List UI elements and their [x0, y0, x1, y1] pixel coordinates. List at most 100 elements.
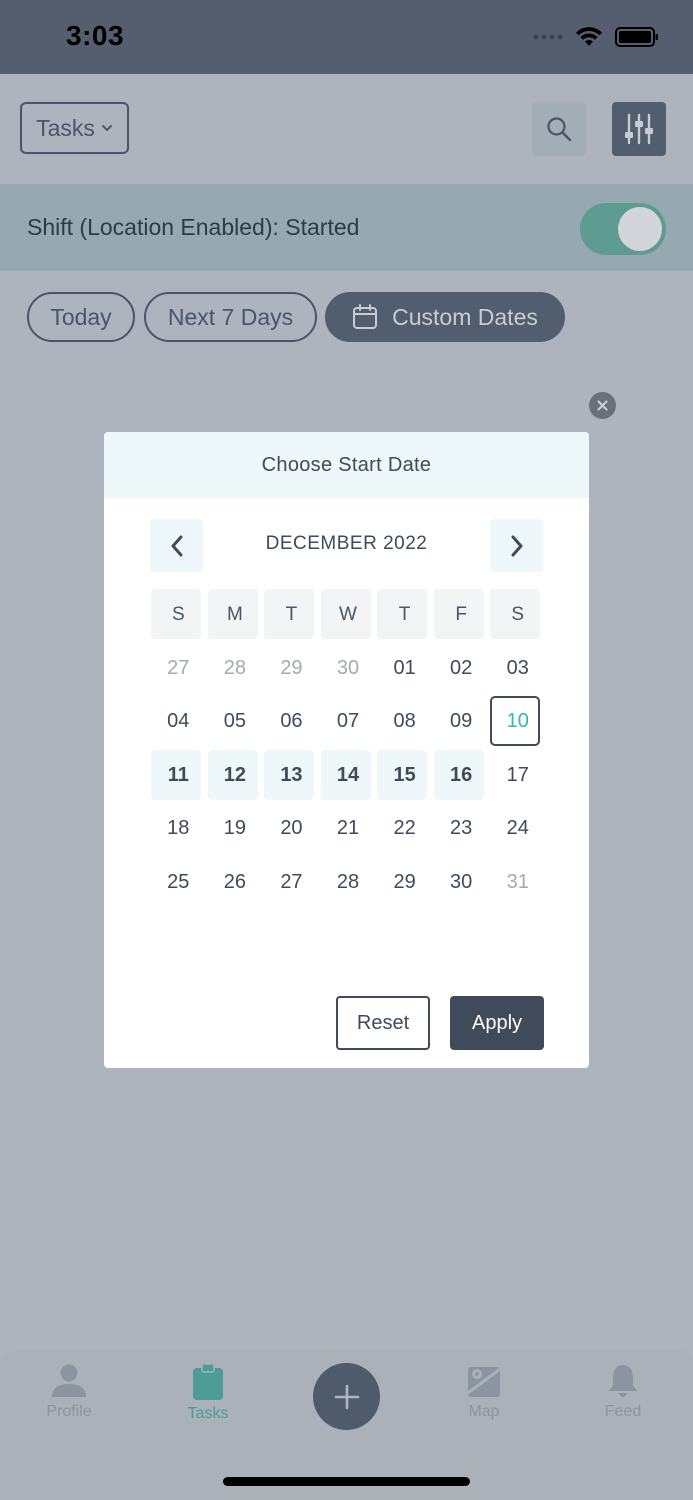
calendar-day-number: 27: [167, 656, 190, 679]
calendar-day[interactable]: 20: [263, 802, 320, 856]
calendar-day[interactable]: 01: [376, 642, 433, 696]
weekday-header-cell: T: [376, 588, 433, 642]
calendar-day-number: 16: [450, 763, 473, 786]
view-selector-dropdown[interactable]: Tasks: [20, 102, 129, 154]
calendar-day[interactable]: 31: [489, 856, 546, 910]
previous-month-button[interactable]: [150, 519, 203, 572]
view-selector-label: Tasks: [36, 114, 95, 141]
calendar-day-number: 15: [393, 763, 416, 786]
calendar-day[interactable]: 02: [433, 642, 490, 696]
chevron-right-icon: [511, 535, 522, 556]
apply-button[interactable]: Apply: [450, 996, 544, 1050]
calendar-day[interactable]: 18: [150, 802, 207, 856]
calendar-day[interactable]: 30: [433, 856, 490, 910]
calendar-day[interactable]: 21: [320, 802, 377, 856]
calendar-day[interactable]: 28: [207, 642, 264, 696]
calendar-day[interactable]: 23: [433, 802, 490, 856]
search-button[interactable]: [532, 102, 586, 156]
shift-status-label: Shift (Location Enabled): Started: [27, 214, 360, 240]
calendar-day-number: 12: [223, 763, 246, 786]
calendar-day[interactable]: 09: [433, 695, 490, 749]
calendar-day[interactable]: 26: [207, 856, 264, 910]
calendar-day-number: 28: [336, 870, 360, 893]
filter-settings-button[interactable]: [612, 102, 666, 156]
tab-tasks[interactable]: Tasks: [153, 1363, 263, 1423]
calendar-day-number: 08: [393, 710, 416, 733]
calendar-day[interactable]: 30: [320, 642, 377, 696]
calendar-week-row: 18 19 20 21 22 23 24: [150, 802, 546, 856]
calendar-day-number: 09: [450, 710, 473, 733]
filter-next7-chip[interactable]: Next 7 Days: [144, 292, 317, 342]
calendar-day[interactable]: 27: [150, 642, 207, 696]
apply-label: Apply: [471, 1011, 523, 1034]
calendar-day[interactable]: 14: [320, 749, 377, 803]
weekday-label: S: [511, 603, 525, 625]
calendar-day-number: 20: [280, 817, 303, 840]
close-modal-button[interactable]: [589, 392, 616, 419]
calendar-day[interactable]: 15: [376, 749, 433, 803]
calendar-day[interactable]: 29: [263, 642, 320, 696]
calendar-day-number: 13: [280, 763, 303, 786]
month-year-label: DECEMBER 2022: [265, 533, 428, 554]
calendar-week-row: 27 28 29 30 01 02 03: [150, 642, 546, 696]
weekday-header-cell: S: [150, 588, 207, 642]
reset-button[interactable]: Reset: [336, 996, 430, 1050]
calendar-day-number: 29: [280, 656, 303, 679]
battery-icon: [615, 27, 658, 47]
calendar-day[interactable]: 19: [207, 802, 264, 856]
calendar-day[interactable]: 05: [207, 695, 264, 749]
calendar-day-selected[interactable]: 10: [489, 695, 546, 749]
calendar-day[interactable]: 13: [263, 749, 320, 803]
calendar-day[interactable]: 17: [489, 749, 546, 803]
weekday-header-cell: T: [263, 588, 320, 642]
tab-map-label: Map: [468, 1403, 500, 1420]
calendar-day[interactable]: 28: [320, 856, 377, 910]
tab-map[interactable]: Map: [429, 1363, 539, 1421]
calendar-day[interactable]: 04: [150, 695, 207, 749]
clipboard-icon: [193, 1363, 223, 1400]
calendar-day[interactable]: 22: [376, 802, 433, 856]
calendar-day-number: 28: [223, 656, 246, 679]
map-icon: [467, 1367, 501, 1397]
tab-tasks-label: Tasks: [187, 1405, 229, 1422]
chevron-left-icon: [171, 535, 182, 556]
calendar-week-row: 11 12 13 14 15 16 17: [150, 749, 546, 803]
calendar-day-number: 22: [393, 817, 416, 840]
calendar-day[interactable]: 06: [263, 695, 320, 749]
filter-custom-dates-chip[interactable]: Custom Dates: [325, 292, 565, 342]
status-icons: [533, 26, 659, 48]
weekday-label: T: [398, 603, 411, 625]
add-button[interactable]: [313, 1363, 380, 1430]
signal-icon: [533, 34, 563, 40]
calendar-day[interactable]: 29: [376, 856, 433, 910]
filter-today-chip[interactable]: Today: [27, 292, 135, 342]
calendar-week-row: 25 26 27 28 29 30 31: [150, 856, 546, 910]
calendar-day-number: 24: [506, 817, 529, 840]
calendar-day[interactable]: 11: [150, 749, 207, 803]
filter-custom-dates-label: Custom Dates: [392, 303, 538, 330]
calendar-day[interactable]: 12: [207, 749, 264, 803]
next-month-button[interactable]: [490, 519, 543, 572]
sliders-icon: [625, 113, 653, 145]
weekday-label: S: [171, 603, 185, 625]
status-time: 3:03: [66, 20, 125, 51]
filter-next7-label: Next 7 Days: [167, 303, 294, 330]
calendar-day-number: 01: [393, 656, 416, 679]
calendar-day[interactable]: 25: [150, 856, 207, 910]
weekday-header-cell: M: [207, 588, 264, 642]
weekday-label: M: [226, 603, 243, 625]
tab-feed[interactable]: Feed: [568, 1363, 678, 1421]
calendar-day-number: 07: [336, 710, 360, 733]
tab-profile[interactable]: Profile: [14, 1363, 124, 1421]
calendar-day[interactable]: 03: [489, 642, 546, 696]
calendar-day[interactable]: 16: [433, 749, 490, 803]
person-icon: [52, 1364, 86, 1397]
calendar-day[interactable]: 24: [489, 802, 546, 856]
shift-toggle[interactable]: [580, 203, 666, 255]
calendar-day[interactable]: 27: [263, 856, 320, 910]
calendar-day[interactable]: 07: [320, 695, 377, 749]
home-indicator: [223, 1477, 470, 1486]
calendar-icon: [353, 304, 378, 329]
calendar-day[interactable]: 08: [376, 695, 433, 749]
weekday-label: T: [285, 603, 298, 625]
